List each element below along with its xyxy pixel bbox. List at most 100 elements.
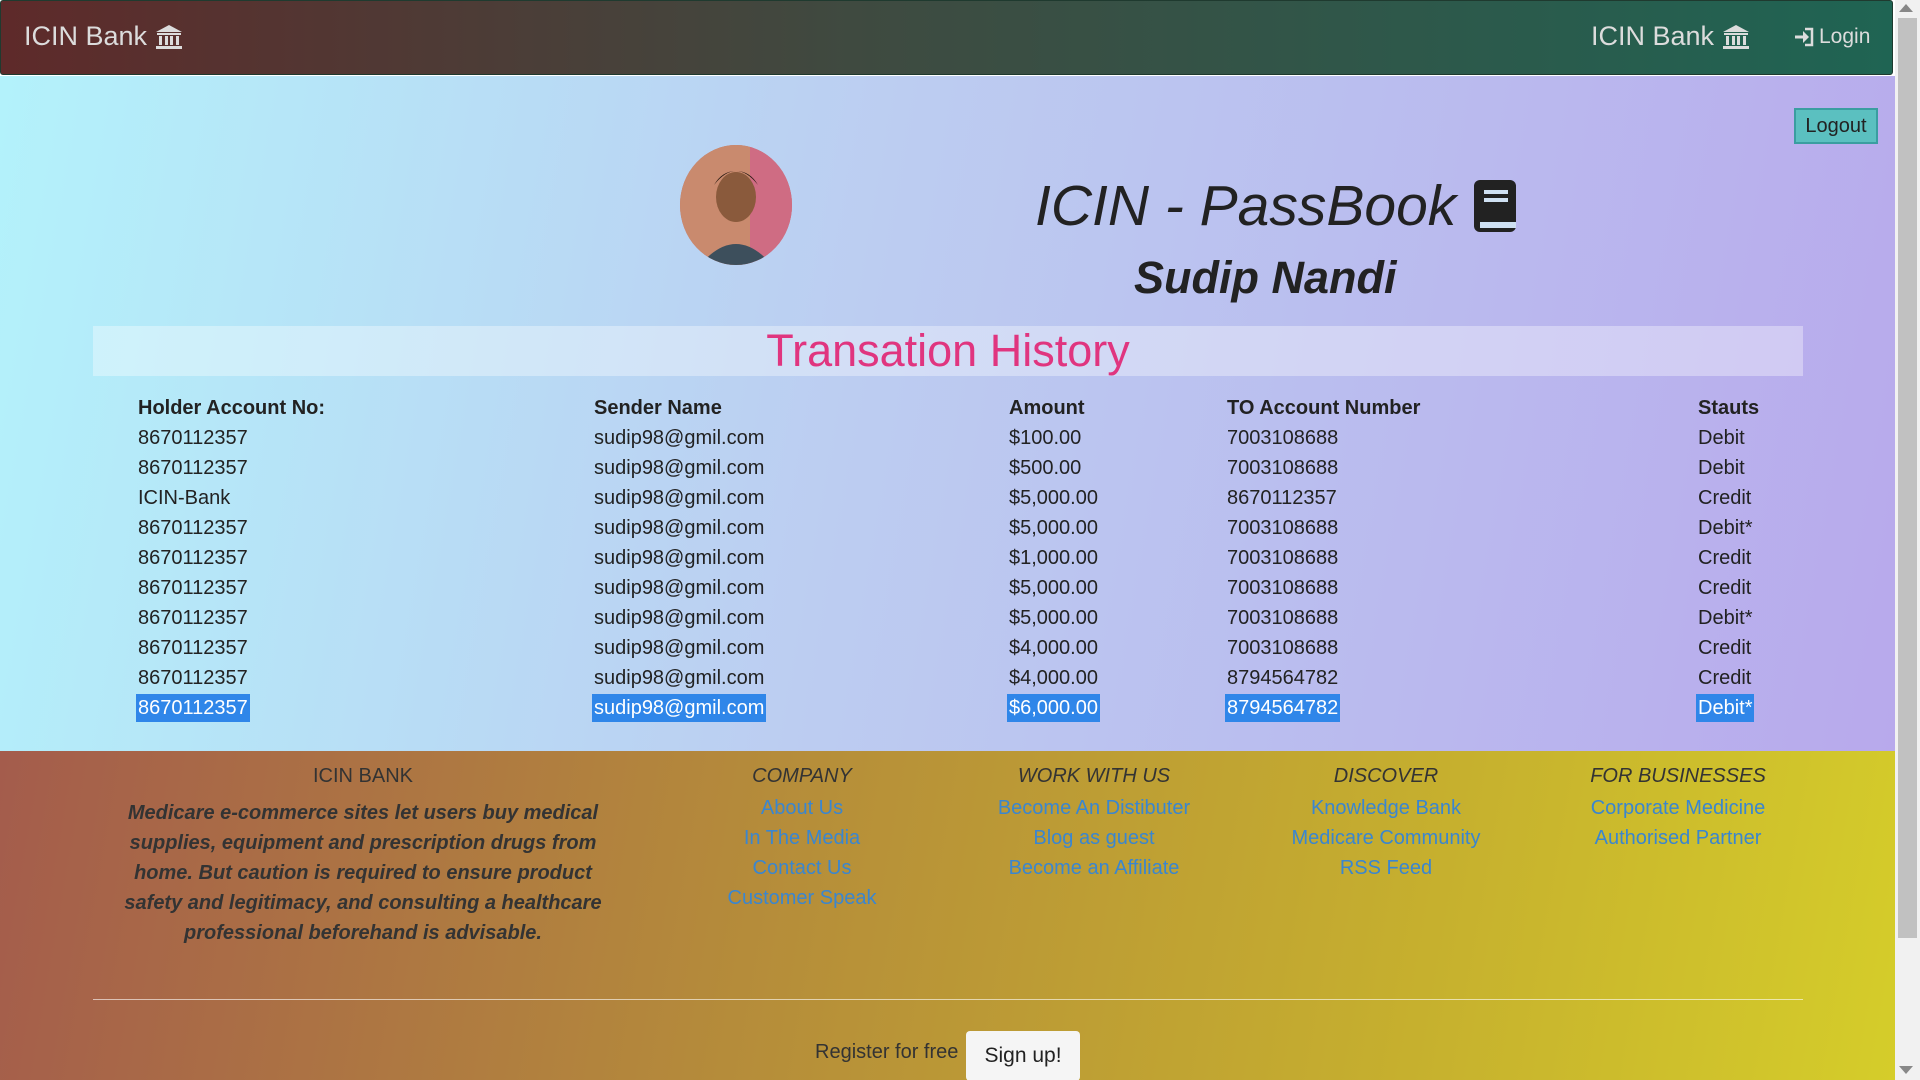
table-row: 8670112357 sudip98@gmil.com $4,000.00 87… (0, 664, 1895, 694)
footer-link-medicare-community[interactable]: Medicare Community (1266, 828, 1506, 848)
sender-name-cell: sudip98@gmil.com (594, 517, 765, 539)
to-account-cell: 7003108688 (1227, 577, 1339, 599)
column-header: TO Account Number (1227, 397, 1421, 419)
footer-link-blog-as-guest[interactable]: Blog as guest (974, 828, 1214, 848)
holder-account-cell: 8670112357 (138, 577, 248, 599)
footer-link-become-affiliate[interactable]: Become an Affiliate (974, 858, 1214, 878)
sender-name-cell: sudip98@gmil.com (594, 577, 765, 599)
table-row: 8670112357 sudip98@gmil.com $1,000.00 70… (0, 544, 1895, 574)
footer-link-in-the-media[interactable]: In The Media (702, 828, 902, 848)
column-header: Holder Account No: (138, 397, 326, 419)
login-icon (1795, 27, 1814, 47)
amount-cell: $4,000.00 (1009, 637, 1098, 659)
brand-label: ICIN Bank (24, 21, 148, 51)
footer: ICIN BANK Medicare e-commerce sites let … (0, 751, 1895, 1080)
status-cell: Credit (1698, 547, 1752, 569)
footer-col-business: FOR BUSINESSES Corporate Medicine Author… (1558, 765, 1798, 848)
footer-link-rss-feed[interactable]: RSS Feed (1266, 858, 1506, 878)
brand-link-right[interactable]: ICIN Bank (1591, 21, 1750, 52)
brand-label: ICIN Bank (1591, 21, 1715, 51)
table-row: 8670112357 sudip98@gmil.com $4,000.00 70… (0, 634, 1895, 664)
table-row: 8670112357 sudip98@gmil.com $5,000.00 70… (0, 604, 1895, 634)
holder-account-cell: 8670112357 (138, 667, 248, 689)
status-cell: Credit (1698, 667, 1752, 689)
holder-account-cell: 8670112357 (136, 694, 250, 722)
to-account-cell: 8794564782 (1227, 667, 1339, 689)
footer-link-about-us[interactable]: About Us (702, 798, 902, 818)
amount-cell: $6,000.00 (1007, 694, 1100, 722)
table-row-selected: 8670112357 sudip98@gmil.com $6,000.00 87… (0, 694, 1895, 724)
bank-icon (156, 24, 183, 49)
amount-cell: $1,000.00 (1009, 547, 1098, 569)
footer-link-customer-speak[interactable]: Customer Speak (702, 888, 902, 908)
footer-heading: COMPANY (752, 765, 852, 787)
amount-cell: $4,000.00 (1009, 667, 1098, 689)
status-cell: Debit (1698, 457, 1745, 479)
footer-heading: WORK WITH US (1017, 765, 1171, 787)
holder-account-cell: 8670112357 (138, 637, 248, 659)
login-label: Login (1819, 25, 1871, 48)
status-cell: Credit (1698, 577, 1752, 599)
footer-heading: ICIN BANK (312, 765, 414, 787)
amount-cell: $5,000.00 (1009, 517, 1098, 539)
sender-name-cell: sudip98@gmil.com (594, 427, 765, 449)
bank-icon (1723, 24, 1750, 49)
status-cell: Debit* (1698, 607, 1753, 629)
scroll-down-arrow-icon[interactable] (1899, 1066, 1913, 1074)
footer-col-bank: ICIN BANK Medicare e-commerce sites let … (108, 765, 618, 948)
table-row: 8670112357 sudip98@gmil.com $5,000.00 70… (0, 514, 1895, 544)
amount-cell: $5,000.00 (1009, 607, 1098, 629)
table-header-row: Holder Account No: Sender Name Amount TO… (0, 394, 1895, 424)
sender-name-cell: sudip98@gmil.com (594, 547, 765, 569)
status-cell: Credit (1698, 637, 1752, 659)
sender-name-cell: sudip98@gmil.com (594, 487, 765, 509)
section-header: Transation History (93, 325, 1803, 376)
footer-col-company: COMPANY About Us In The Media Contact Us… (702, 765, 902, 908)
amount-cell: $5,000.00 (1009, 577, 1098, 599)
footer-divider (93, 999, 1803, 1000)
table-row: 8670112357 sudip98@gmil.com $100.00 7003… (0, 424, 1895, 454)
footer-link-knowledge-bank[interactable]: Knowledge Bank (1266, 798, 1506, 818)
sender-name-cell: sudip98@gmil.com (594, 607, 765, 629)
footer-link-become-distributor[interactable]: Become An Distibuter (974, 798, 1214, 818)
footer-link-authorised-partner[interactable]: Authorised Partner (1558, 828, 1798, 848)
table-row: 8670112357 sudip98@gmil.com $500.00 7003… (0, 454, 1895, 484)
to-account-cell: 8794564782 (1225, 694, 1341, 722)
holder-account-cell: 8670112357 (138, 457, 248, 479)
holder-account-cell: 8670112357 (138, 607, 248, 629)
section-title: Transation History (766, 325, 1130, 376)
footer-description: Medicare e-commerce sites let users buy … (124, 802, 602, 944)
brand-link-left[interactable]: ICIN Bank (24, 21, 183, 52)
avatar (680, 145, 792, 265)
footer-col-work: WORK WITH US Become An Distibuter Blog a… (974, 765, 1214, 878)
to-account-cell: 8670112357 (1227, 487, 1337, 509)
register-text: Register for free (815, 1041, 959, 1063)
scrollbar-thumb[interactable] (1898, 18, 1917, 938)
logout-button[interactable]: Logout (1794, 108, 1878, 144)
column-header: Sender Name (594, 397, 722, 419)
signup-button[interactable]: Sign up! (966, 1031, 1080, 1080)
sender-name-cell: sudip98@gmil.com (592, 694, 767, 722)
amount-cell: $100.00 (1009, 427, 1082, 449)
column-header: Stauts (1698, 397, 1760, 419)
status-cell: Credit (1698, 487, 1752, 509)
table-row: 8670112357 sudip98@gmil.com $5,000.00 70… (0, 574, 1895, 604)
to-account-cell: 7003108688 (1227, 547, 1339, 569)
to-account-cell: 7003108688 (1227, 517, 1339, 539)
footer-col-discover: DISCOVER Knowledge Bank Medicare Communi… (1266, 765, 1506, 878)
amount-cell: $500.00 (1009, 457, 1082, 479)
sender-name-cell: sudip98@gmil.com (594, 457, 765, 479)
scroll-up-arrow-icon[interactable] (1899, 4, 1913, 12)
to-account-cell: 7003108688 (1227, 427, 1339, 449)
holder-account-cell: 8670112357 (138, 427, 248, 449)
holder-account-cell: ICIN-Bank (138, 487, 231, 509)
footer-link-contact-us[interactable]: Contact Us (702, 858, 902, 878)
status-cell: Debit (1698, 427, 1745, 449)
passbook-main: Logout ICIN - PassBook Sudip Nandi Trans… (0, 76, 1895, 751)
status-cell: Debit* (1698, 517, 1753, 539)
login-link[interactable]: Login (1793, 25, 1870, 49)
holder-account-cell: 8670112357 (138, 517, 248, 539)
footer-heading: FOR BUSINESSES (1590, 765, 1766, 787)
footer-link-corporate-medicine[interactable]: Corporate Medicine (1558, 798, 1798, 818)
table-row: ICIN-Bank sudip98@gmil.com $5,000.00 867… (0, 484, 1895, 514)
